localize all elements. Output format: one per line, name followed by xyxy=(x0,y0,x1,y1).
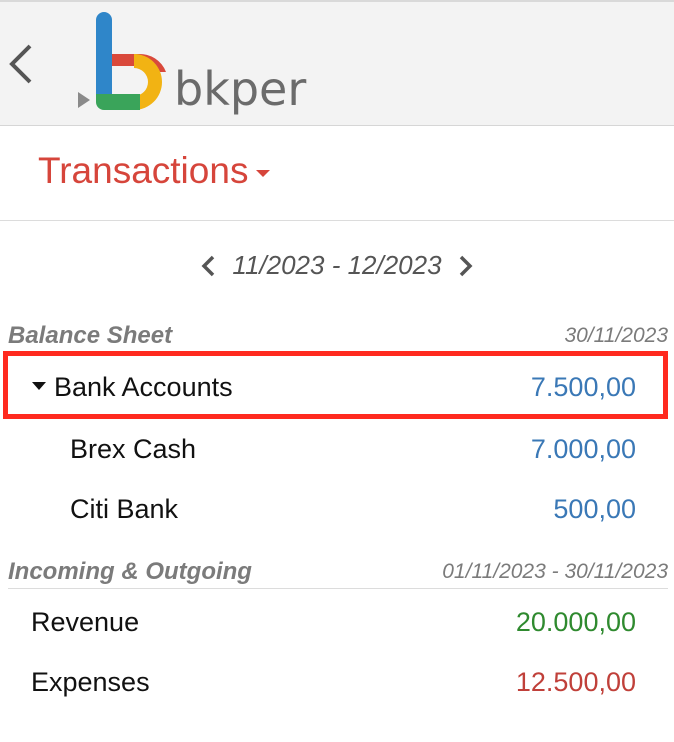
group-row-label: Bank Accounts xyxy=(32,372,233,403)
group-row-amount: 7.500,00 xyxy=(530,372,636,402)
logo-mark-icon xyxy=(78,12,166,110)
group-title: Incoming & Outgoing xyxy=(8,558,252,585)
period-selector: 11/2023 - 12/2023 xyxy=(0,250,674,281)
group-title: Balance Sheet xyxy=(8,322,173,349)
logo-text: bkper xyxy=(174,62,307,116)
account-row[interactable]: Citi Bank 500,00 xyxy=(0,482,674,534)
account-row[interactable]: Expenses 12.500,00 xyxy=(0,655,674,707)
transactions-dropdown[interactable]: Transactions xyxy=(38,150,271,192)
incoming-outgoing-header: Incoming & Outgoing 01/11/2023 - 30/11/2… xyxy=(8,557,668,587)
section-title-label: Transactions xyxy=(38,150,249,191)
next-period-button[interactable] xyxy=(456,254,476,278)
back-button[interactable] xyxy=(4,40,44,88)
account-row[interactable]: Brex Cash 7.000,00 xyxy=(0,422,674,474)
balance-sheet-header: Balance Sheet 30/11/2023 xyxy=(8,321,668,351)
divider xyxy=(0,220,674,221)
account-name: Revenue xyxy=(31,607,140,637)
account-amount: 20.000,00 xyxy=(515,607,636,637)
bkper-logo[interactable]: bkper xyxy=(74,10,324,122)
divider xyxy=(8,588,668,589)
top-bar: bkper xyxy=(0,0,674,126)
caret-down-icon xyxy=(256,169,271,177)
account-name: Expenses xyxy=(31,667,150,697)
previous-period-button[interactable] xyxy=(198,254,218,278)
account-amount: 500,00 xyxy=(553,494,636,524)
group-date: 01/11/2023 - 30/11/2023 xyxy=(442,560,668,583)
account-name: Citi Bank xyxy=(70,494,179,524)
period-label: 11/2023 - 12/2023 xyxy=(232,250,442,280)
chevron-left-icon xyxy=(9,44,32,84)
account-amount: 7.000,00 xyxy=(530,434,636,464)
caret-down-icon xyxy=(32,381,46,390)
account-amount: 12.500,00 xyxy=(515,667,636,697)
group-row-bank-accounts[interactable]: Bank Accounts 7.500,00 xyxy=(0,360,674,412)
account-row[interactable]: Revenue 20.000,00 xyxy=(0,595,674,647)
group-date: 30/11/2023 xyxy=(564,324,668,347)
account-name: Brex Cash xyxy=(70,434,197,464)
